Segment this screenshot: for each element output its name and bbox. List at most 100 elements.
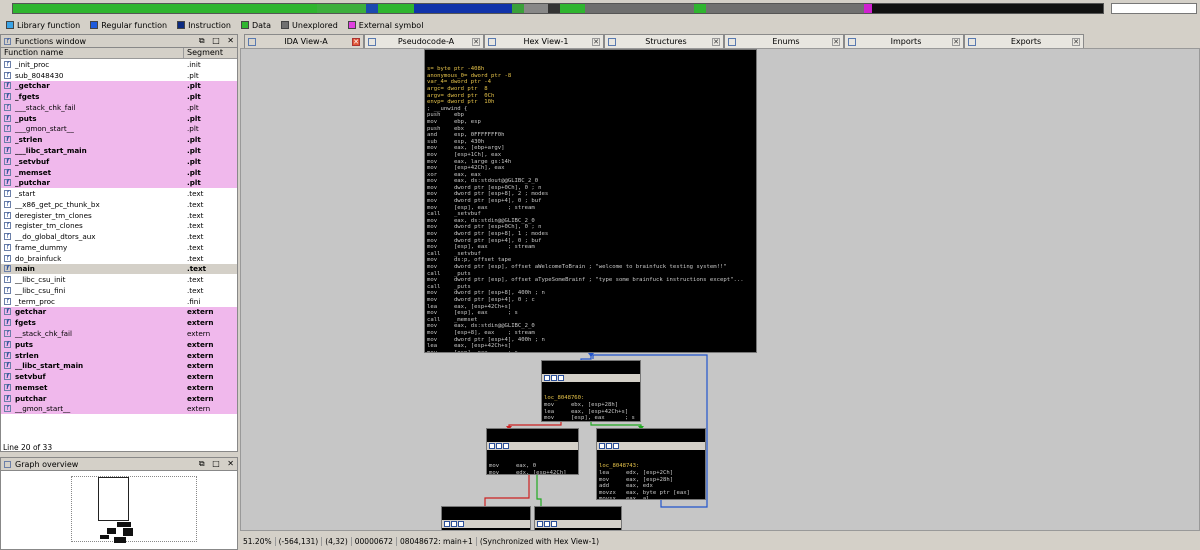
code-block-loc-8048760[interactable]: loc_8048760: mov ebx, [esp+28h] lea eax, [… — [541, 360, 641, 422]
close-icon[interactable]: ✕ — [227, 459, 234, 468]
asm-line[interactable]: mov eax, 0 — [489, 463, 578, 470]
asm-line[interactable]: mov ds:p, offset tape — [427, 257, 756, 264]
asm-line[interactable]: mov eax, [esp+28h] — [599, 477, 705, 484]
navigation-select[interactable] — [1111, 3, 1197, 14]
asm-line[interactable]: call _puts — [427, 271, 756, 278]
function-row[interactable]: f __do_global_dtors_aux .text — [1, 231, 237, 243]
nav-segment[interactable] — [584, 4, 695, 13]
asm-line[interactable]: mov eax, large gs:14h — [427, 159, 756, 166]
function-row[interactable]: f puts extern — [1, 338, 237, 350]
navigation-band[interactable] — [0, 0, 1200, 18]
tab-structures[interactable]: Structures ✕ — [604, 34, 724, 48]
function-row[interactable]: f register_tm_clones .text — [1, 220, 237, 232]
asm-line[interactable]: mov [esp], eax ; s — [427, 350, 756, 352]
asm-line[interactable]: call _setvbuf — [427, 211, 756, 218]
function-row[interactable]: f __stack_chk_fail extern — [1, 328, 237, 339]
asm-line[interactable]: mov ebp, esp — [427, 119, 756, 126]
asm-line[interactable]: lea eax, [esp+42Ch+s] — [427, 304, 756, 311]
function-row[interactable]: f _getchar .plt — [1, 80, 237, 92]
nav-segment[interactable] — [377, 4, 415, 13]
asm-line[interactable]: mov dword ptr [esp+8], 2 ; modes — [427, 191, 756, 198]
asm-line[interactable]: push ebp — [427, 112, 756, 119]
function-row[interactable]: f _strlen .plt — [1, 134, 237, 146]
asm-line[interactable]: add eax, edx — [599, 483, 705, 490]
nav-segment[interactable] — [13, 4, 38, 13]
tab-imports[interactable]: Imports ✕ — [844, 34, 964, 48]
float-icon[interactable]: □ — [212, 459, 220, 468]
nav-segment[interactable] — [365, 4, 378, 13]
function-row[interactable]: f __x86_get_pc_thunk_bx .text — [1, 198, 237, 210]
function-row[interactable]: f frame_dummy .text — [1, 242, 237, 253]
asm-line[interactable]: mov dword ptr [esp+4], 0 ; buf — [427, 198, 756, 205]
asm-line[interactable]: mov [esp], eax ; s — [544, 415, 640, 421]
function-row[interactable]: f do_brainfuck .text — [1, 252, 237, 264]
code-block-stack-chk-fail[interactable]: call ___stack_chk_fail — [441, 506, 531, 530]
graph-overview-canvas[interactable] — [1, 471, 237, 549]
close-icon[interactable]: ✕ — [227, 36, 234, 45]
function-row[interactable]: f main .text — [1, 263, 237, 275]
tab-pseudocode-a[interactable]: Pseudocode-A ✕ — [364, 34, 484, 48]
asm-line[interactable]: var_4= dword ptr -4 — [427, 79, 756, 86]
function-row[interactable]: f _puts .plt — [1, 112, 237, 124]
asm-line[interactable]: call _memset — [427, 317, 756, 324]
asm-line[interactable]: and esp, 0FFFFFFF0h — [427, 132, 756, 139]
asm-line[interactable]: call _setvbuf — [427, 251, 756, 258]
asm-line[interactable]: mov [esp], eax ; stream — [427, 244, 756, 251]
asm-line[interactable]: movzx eax, byte ptr [eax] — [599, 490, 705, 497]
nav-segment[interactable] — [560, 4, 585, 13]
asm-line[interactable]: s= byte ptr -408h — [427, 66, 756, 73]
col-segment[interactable]: Segment — [184, 48, 237, 58]
asm-line[interactable]: movsx eax, al — [599, 496, 705, 499]
nav-segment[interactable] — [548, 4, 561, 13]
function-row[interactable]: f __libc_start_main extern — [1, 360, 237, 372]
function-row[interactable]: f _init_proc .init — [1, 59, 237, 70]
asm-line[interactable]: argv= dword ptr 0Ch — [427, 93, 756, 100]
function-row[interactable]: f _start .text — [1, 188, 237, 199]
asm-line[interactable]: mov eax, ds:stdout@@GLIBC_2_0 — [427, 178, 756, 185]
tab-close-icon[interactable]: ✕ — [472, 37, 480, 46]
function-row[interactable]: f _memset .plt — [1, 166, 237, 178]
asm-line[interactable]: mov dword ptr [esp], offset aWelcomeToBr… — [427, 264, 756, 271]
code-block-main[interactable]: s= byte ptr -408h anonymous_0= dword ptr … — [424, 49, 757, 353]
nav-segment[interactable] — [694, 4, 707, 13]
function-row[interactable]: f fgets extern — [1, 317, 237, 329]
function-row[interactable]: f getchar extern — [1, 306, 237, 318]
function-row[interactable]: f _setvbuf .plt — [1, 155, 237, 167]
function-row[interactable]: f _term_proc .fini — [1, 295, 237, 307]
tab-exports[interactable]: Exports ✕ — [964, 34, 1084, 48]
nav-segment[interactable] — [511, 4, 524, 13]
asm-line[interactable]: mov [esp], eax ; s — [427, 310, 756, 317]
asm-line[interactable]: mov edx, [esp+42Ch] — [489, 470, 578, 474]
col-function-name[interactable]: Function name — [1, 48, 184, 58]
asm-line[interactable]: mov eax, ds:stdin@@GLIBC_2_0 — [427, 218, 756, 225]
tab-close-icon[interactable]: ✕ — [712, 37, 720, 46]
function-row[interactable]: f ___libc_start_main .plt — [1, 145, 237, 156]
asm-line[interactable]: xor eax, eax — [427, 172, 756, 179]
asm-line[interactable]: call _puts — [427, 284, 756, 291]
asm-line[interactable]: mov [esp], eax ; stream — [427, 205, 756, 212]
asm-line[interactable]: push ebx — [427, 126, 756, 133]
function-row[interactable]: f setvbuf extern — [1, 371, 237, 382]
function-row[interactable]: f __libc_csu_fini .text — [1, 285, 237, 296]
tab-enums[interactable]: Enums ✕ — [724, 34, 844, 48]
tab-close-icon[interactable]: ✕ — [352, 37, 360, 46]
nav-segment[interactable] — [871, 4, 1103, 13]
asm-line[interactable]: ; __unwind { — [427, 106, 756, 113]
asm-line[interactable]: mov eax, ds:stdin@@GLIBC_2_0 — [427, 323, 756, 330]
restore-icon[interactable]: ⧉ — [199, 36, 205, 45]
asm-line[interactable]: mov dword ptr [esp+8], 1 ; modes — [427, 231, 756, 238]
function-row[interactable]: f strlen extern — [1, 349, 237, 361]
asm-line[interactable]: mov dword ptr [esp+0Ch], 0 ; n — [427, 224, 756, 231]
tab-close-icon[interactable]: ✕ — [592, 37, 600, 46]
asm-line[interactable]: mov dword ptr [esp+0Ch], 0 ; n — [427, 185, 756, 192]
function-row[interactable]: f ___gmon_start__ .plt — [1, 123, 237, 135]
float-icon[interactable]: □ — [212, 36, 220, 45]
asm-line[interactable]: mov dword ptr [esp+4], 0 ; c — [427, 297, 756, 304]
code-block-loc-804878e[interactable]: loc_804878E:mov ebx, [ebp+var_4] — [534, 506, 622, 530]
asm-line[interactable]: sub esp, 430h — [427, 139, 756, 146]
function-row[interactable]: f putchar extern — [1, 392, 237, 404]
asm-line[interactable]: loc_8048743: — [599, 463, 705, 470]
asm-line[interactable]: mov [esp+8], eax ; stream — [427, 330, 756, 337]
code-block-stack-check[interactable]: mov eax, 0mov edx, [esp+42Ch]xor edx, la… — [486, 428, 579, 475]
asm-line[interactable]: envp= dword ptr 10h — [427, 99, 756, 106]
